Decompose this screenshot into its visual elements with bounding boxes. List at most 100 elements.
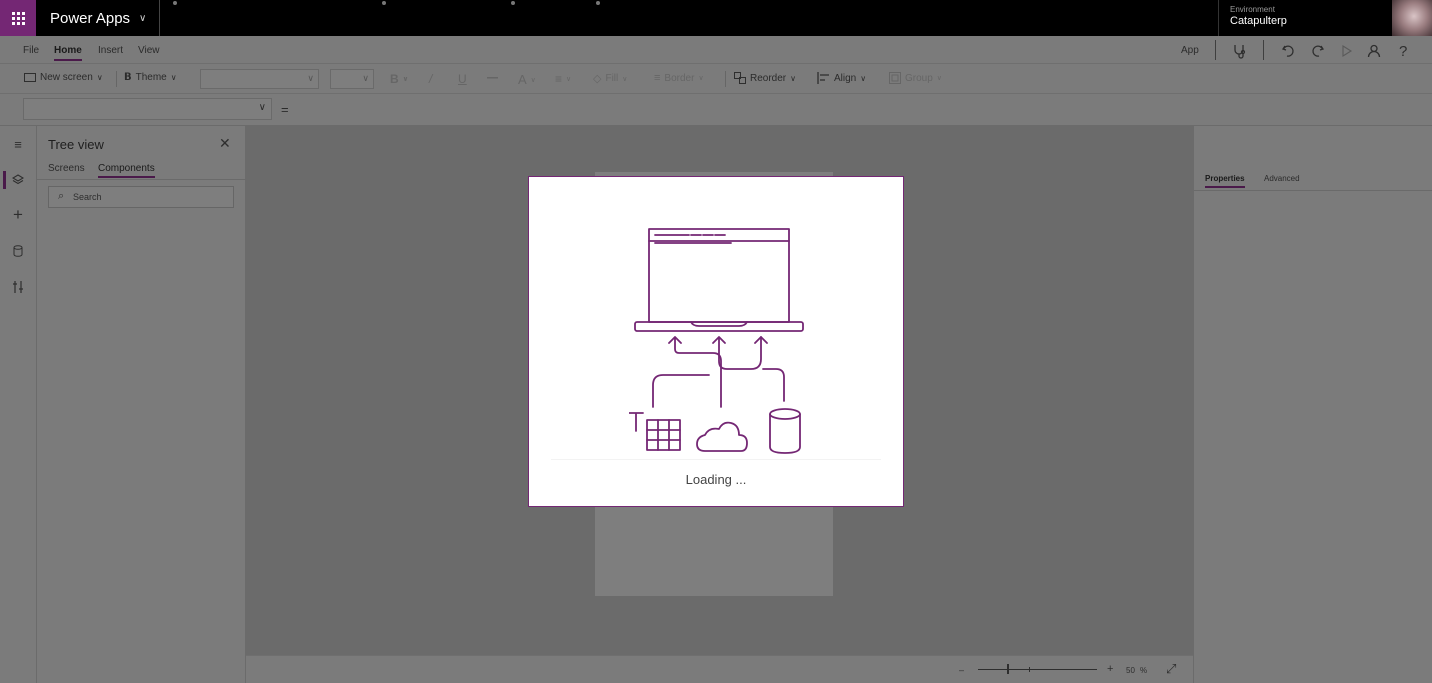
ribbon-divider [116, 71, 117, 87]
reorder-label: Reorder [750, 72, 787, 84]
bold-button[interactable]: B ∨ [390, 72, 408, 86]
menu-bar: File Home Insert View App ? [0, 36, 1432, 64]
avatar[interactable] [1392, 0, 1432, 36]
strikethrough-button[interactable]: — [487, 72, 498, 84]
font-color-button[interactable]: A ∨ [518, 72, 536, 87]
border-button[interactable]: ≡ Border ∨ [654, 72, 704, 84]
menu-insert[interactable]: Insert [98, 45, 123, 56]
zoom-slider-track[interactable] [978, 669, 1097, 670]
undo-icon [1281, 45, 1294, 57]
hamburger-menu-button[interactable]: ≡ [0, 134, 36, 154]
toolbar-divider [1215, 40, 1216, 60]
app-checker-button[interactable] [1232, 42, 1248, 60]
text-align-button[interactable]: ≡ ∨ [555, 72, 571, 86]
align-button[interactable]: Align ∨ [817, 72, 866, 84]
play-icon [1342, 45, 1353, 57]
fit-to-window-icon[interactable]: ⤢ [1166, 661, 1176, 677]
group-icon [889, 72, 901, 84]
left-rail: ≡ + [0, 126, 37, 683]
properties-panel: Properties Advanced [1193, 126, 1432, 683]
tab-screens[interactable]: Screens [48, 163, 85, 174]
menu-home[interactable]: Home [54, 45, 82, 61]
chevron-down-icon: ∨ [258, 102, 266, 113]
align-lines-icon: ≡ [555, 72, 563, 86]
redo-button[interactable] [1311, 42, 1325, 60]
loading-dialog: Loading ... [528, 176, 904, 507]
top-header-bar: Power Apps ∨ Environment Catapulterp [0, 0, 1432, 36]
database-icon [13, 245, 23, 257]
waffle-icon [11, 11, 25, 25]
tree-view-title: Tree view [48, 137, 104, 152]
loading-text: Loading ... [685, 472, 747, 487]
zoom-slider-tick [1029, 667, 1030, 672]
person-icon [1367, 44, 1381, 58]
help-button[interactable]: ? [1399, 42, 1407, 60]
dialog-divider [551, 459, 881, 460]
tab-components[interactable]: Components [98, 163, 155, 178]
app-name-label: Power Apps [50, 9, 131, 27]
ribbon-toolbar: New screen ∨ 𝗕 Theme ∨ ∨ ∨ B ∨ / U — A ∨ ≡… [0, 64, 1432, 94]
redo-icon [1312, 45, 1325, 57]
equals-sign: = [281, 102, 289, 117]
chevron-down-icon: ∨ [170, 73, 177, 82]
fill-label: Fill [605, 73, 619, 84]
theme-button[interactable]: 𝗕 Theme ∨ [124, 72, 177, 83]
layers-icon [12, 174, 24, 185]
font-size-select[interactable]: ∨ [330, 69, 374, 89]
theme-icon: 𝗕 [124, 72, 132, 83]
preview-button[interactable] [1341, 42, 1353, 60]
tab-properties[interactable]: Properties [1205, 174, 1245, 188]
font-family-select[interactable]: ∨ [200, 69, 319, 89]
underline-button[interactable]: U [458, 72, 467, 86]
fill-button[interactable]: ◇ Fill ∨ [593, 72, 627, 85]
share-button[interactable] [1367, 42, 1381, 60]
align-icon [817, 72, 829, 84]
align-label: Align [834, 72, 857, 84]
menu-file[interactable]: File [23, 45, 39, 56]
zoom-slider-thumb[interactable] [1007, 664, 1009, 674]
property-select[interactable]: ∨ [23, 98, 272, 120]
paint-bucket-icon: ◇ [593, 73, 602, 85]
group-button[interactable]: Group ∨ [889, 72, 942, 84]
help-icon: ? [1399, 42, 1408, 60]
stethoscope-icon [1234, 45, 1246, 59]
bold-icon: B [390, 72, 399, 86]
formula-bar: ∨ = [0, 94, 1432, 126]
environment-picker[interactable]: Environment Catapulterp [1218, 0, 1287, 36]
close-icon[interactable]: ✕ [219, 135, 231, 152]
tree-view-button[interactable] [0, 170, 36, 190]
insert-button[interactable]: + [0, 205, 36, 225]
environment-label: Environment [1230, 5, 1275, 14]
app-launcher-button[interactable] [0, 0, 36, 36]
strikethrough-icon: — [487, 72, 498, 84]
tree-divider [37, 179, 246, 180]
search-placeholder: Search [73, 192, 102, 202]
chevron-down-icon: ∨ [307, 73, 314, 83]
chevron-down-icon: ∨ [139, 12, 147, 24]
tab-advanced[interactable]: Advanced [1264, 174, 1300, 183]
new-screen-label: New screen [40, 72, 93, 83]
app-menu-button[interactable]: App [1181, 45, 1199, 56]
menu-view[interactable]: View [138, 45, 160, 56]
tree-search-input[interactable]: ⌕ Search [48, 186, 234, 208]
data-button[interactable] [0, 241, 36, 261]
toolbar-divider [1263, 40, 1264, 60]
new-screen-button[interactable]: New screen ∨ [24, 72, 103, 83]
theme-label: Theme [135, 72, 167, 83]
screen-icon [24, 72, 36, 82]
advanced-tools-button[interactable] [0, 277, 36, 297]
italic-button[interactable]: / [429, 72, 432, 86]
app-data-illustration [629, 228, 804, 454]
search-icon: ⌕ [58, 190, 65, 202]
hamburger-icon: ≡ [14, 136, 22, 152]
zoom-unit: % [1140, 666, 1148, 675]
reorder-button[interactable]: Reorder ∨ [734, 72, 796, 84]
zoom-in-button[interactable]: + [1107, 663, 1113, 675]
zoom-out-button[interactable]: – [959, 665, 964, 675]
font-color-icon: A [518, 72, 527, 87]
chevron-down-icon: ∨ [96, 73, 103, 82]
tree-view-panel: Tree view ✕ Screens Components ⌕ Search [37, 126, 246, 683]
app-name-button[interactable]: Power Apps ∨ [36, 0, 160, 36]
undo-button[interactable] [1281, 42, 1295, 60]
plus-icon: + [13, 205, 23, 224]
